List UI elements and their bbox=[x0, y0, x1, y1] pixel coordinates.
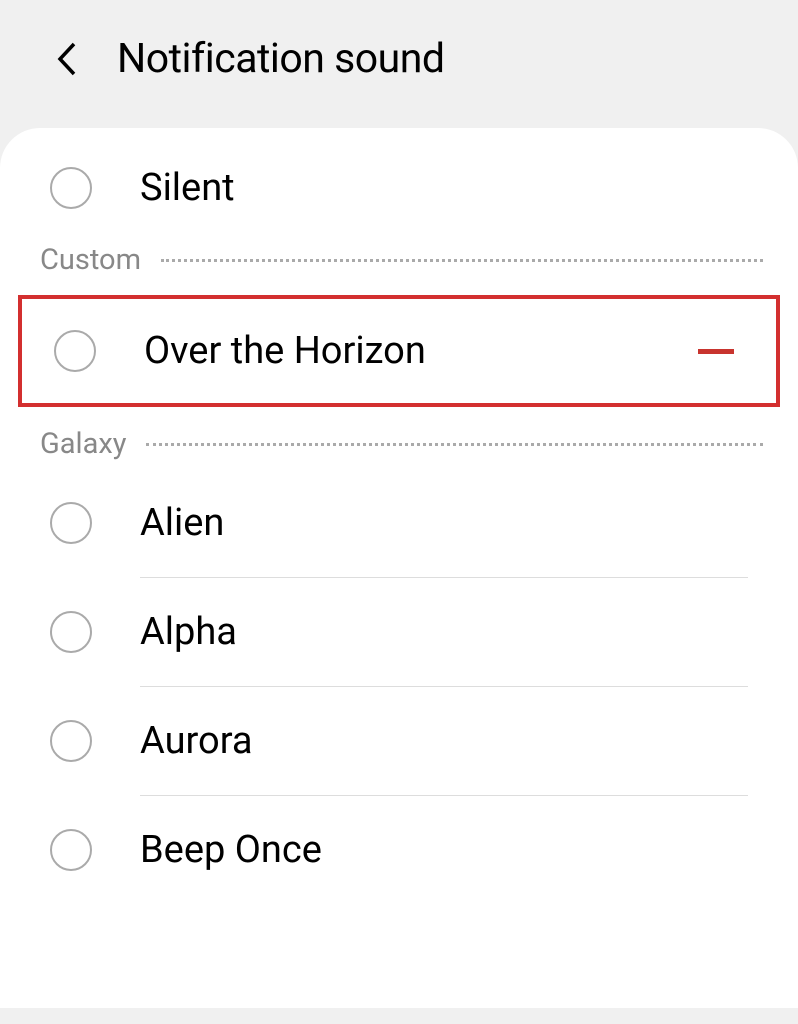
sound-option-aurora[interactable]: Aurora bbox=[0, 687, 798, 795]
remove-icon[interactable] bbox=[698, 349, 734, 354]
highlighted-item: Over the Horizon bbox=[18, 295, 780, 407]
radio-unchecked-icon bbox=[50, 829, 92, 871]
radio-unchecked-icon bbox=[54, 330, 96, 372]
dotted-divider bbox=[161, 259, 763, 262]
section-header-galaxy: Galaxy bbox=[0, 417, 798, 469]
dotted-divider bbox=[146, 443, 763, 446]
sound-option-alien[interactable]: Alien bbox=[0, 469, 798, 577]
sound-option-beep-once[interactable]: Beep Once bbox=[0, 796, 798, 904]
sound-label: Beep Once bbox=[140, 828, 748, 872]
sound-label: Alpha bbox=[140, 610, 748, 654]
sound-label: Alien bbox=[140, 501, 748, 545]
radio-unchecked-icon bbox=[50, 720, 92, 762]
section-header-custom: Custom bbox=[0, 233, 798, 285]
galaxy-list: Alien Alpha Aurora Beep Once bbox=[0, 469, 798, 904]
back-button[interactable] bbox=[55, 40, 79, 78]
section-label: Galaxy bbox=[40, 427, 126, 461]
content-card: Silent Custom Over the Horizon Galaxy Al… bbox=[0, 128, 798, 1008]
chevron-left-icon bbox=[55, 40, 79, 78]
sound-option-alpha[interactable]: Alpha bbox=[0, 578, 798, 686]
radio-unchecked-icon bbox=[50, 502, 92, 544]
sound-label: Silent bbox=[140, 166, 748, 210]
sound-label: Over the Horizon bbox=[144, 329, 698, 373]
radio-unchecked-icon bbox=[50, 167, 92, 209]
section-label: Custom bbox=[40, 243, 141, 277]
header: Notification sound bbox=[0, 0, 798, 128]
sound-option-silent[interactable]: Silent bbox=[0, 143, 798, 233]
page-title: Notification sound bbox=[117, 35, 445, 83]
sound-option-over-the-horizon[interactable]: Over the Horizon bbox=[22, 299, 776, 403]
sound-label: Aurora bbox=[140, 719, 748, 763]
radio-unchecked-icon bbox=[50, 611, 92, 653]
